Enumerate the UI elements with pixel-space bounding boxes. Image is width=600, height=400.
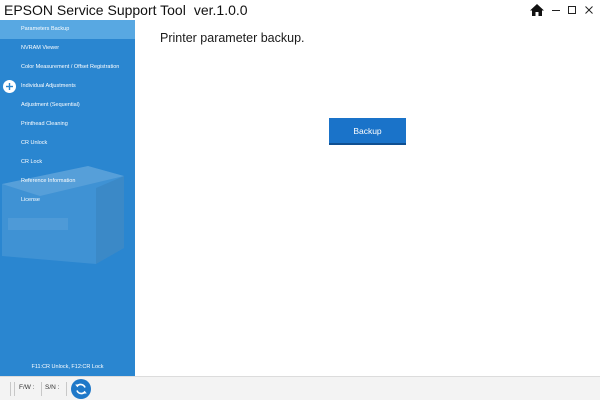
minimize-icon bbox=[552, 10, 560, 11]
status-bar: F/W : S/N : bbox=[0, 376, 600, 400]
sidebar-item-label: Parameters Backup bbox=[21, 26, 70, 32]
page-title: Printer parameter backup. bbox=[160, 31, 305, 45]
status-separator bbox=[66, 382, 67, 396]
close-icon bbox=[585, 6, 593, 14]
sidebar-item-reference-information[interactable]: Reference Information bbox=[0, 172, 135, 191]
sidebar: Parameters Backup NVRAM Viewer Color Mea… bbox=[0, 20, 135, 376]
status-separator bbox=[41, 382, 42, 396]
app-version: ver.1.0.0 bbox=[193, 2, 248, 18]
sidebar-item-adjustment-sequential[interactable]: Adjustment (Sequential) bbox=[0, 96, 135, 115]
sidebar-item-label: Adjustment (Sequential) bbox=[21, 102, 80, 108]
sidebar-item-individual-adjustments[interactable]: Individual Adjustments bbox=[0, 77, 135, 96]
serial-number-label: S/N : bbox=[45, 384, 60, 391]
sidebar-item-label: CR Unlock bbox=[21, 140, 48, 146]
status-separator bbox=[14, 382, 15, 396]
app-name: EPSON Service Support Tool bbox=[4, 2, 186, 18]
shortcut-hint: F11:CR Unlock, F12:CR Lock bbox=[31, 364, 104, 370]
sidebar-item-printhead-cleaning[interactable]: Printhead Cleaning bbox=[0, 115, 135, 134]
maximize-button[interactable] bbox=[564, 0, 580, 20]
plus-icon bbox=[6, 83, 13, 90]
sidebar-item-label: Printhead Cleaning bbox=[21, 121, 68, 127]
sidebar-item-license[interactable]: License bbox=[0, 191, 135, 210]
backup-button[interactable]: Backup bbox=[329, 118, 406, 145]
sidebar-item-label: Individual Adjustments bbox=[21, 83, 76, 89]
maximize-icon bbox=[568, 6, 576, 14]
expand-button[interactable] bbox=[3, 80, 16, 93]
refresh-button[interactable] bbox=[71, 379, 91, 399]
sidebar-item-color-measurement[interactable]: Color Measurement / Offset Registration bbox=[0, 58, 135, 77]
minimize-button[interactable] bbox=[548, 0, 564, 20]
sidebar-item-label: CR Lock bbox=[21, 159, 43, 165]
firmware-label: F/W : bbox=[19, 384, 35, 391]
home-icon bbox=[530, 4, 544, 16]
close-button[interactable] bbox=[580, 0, 598, 20]
window-title: EPSON Service Support Tool ver.1.0.0 bbox=[4, 1, 248, 19]
home-button[interactable] bbox=[527, 0, 547, 20]
sidebar-item-label: NVRAM Viewer bbox=[21, 45, 60, 51]
sidebar-item-cr-unlock[interactable]: CR Unlock bbox=[0, 134, 135, 153]
status-separator bbox=[10, 382, 11, 396]
sidebar-item-label: License bbox=[21, 197, 40, 203]
title-bar: EPSON Service Support Tool ver.1.0.0 bbox=[0, 0, 600, 20]
sidebar-item-parameters-backup[interactable]: Parameters Backup bbox=[0, 20, 135, 39]
refresh-icon bbox=[75, 383, 87, 395]
sidebar-item-label: Reference Information bbox=[21, 178, 76, 184]
sidebar-item-label: Color Measurement / Offset Registration bbox=[21, 64, 120, 70]
sidebar-item-nvram-viewer[interactable]: NVRAM Viewer bbox=[0, 39, 135, 58]
sidebar-item-cr-lock[interactable]: CR Lock bbox=[0, 153, 135, 172]
sidebar-nav: Parameters Backup NVRAM Viewer Color Mea… bbox=[0, 20, 135, 210]
